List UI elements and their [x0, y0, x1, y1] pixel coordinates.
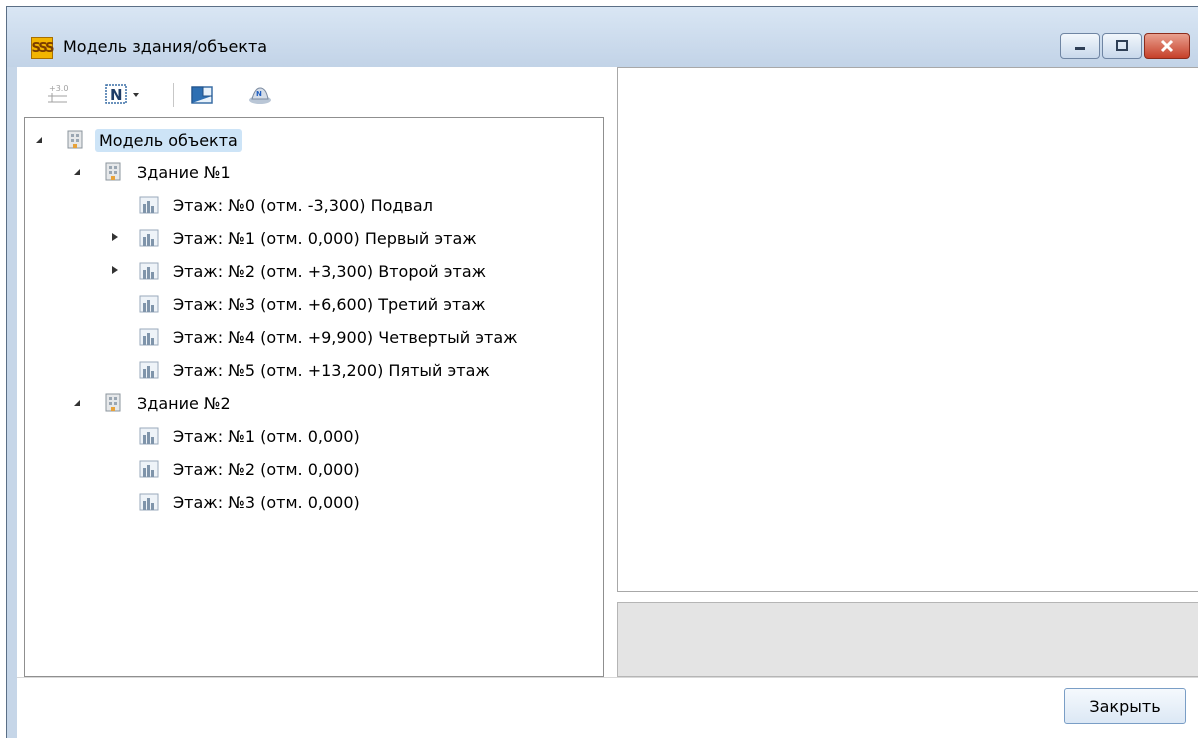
properties-panel[interactable] [617, 67, 1198, 592]
tree-node-floor[interactable]: Этаж: №1 (отм. 0,000) Первый этаж [139, 223, 481, 253]
close-window-button[interactable] [1144, 33, 1190, 59]
tree-node-floor[interactable]: Этаж: №5 (отм. +13,200) Пятый этаж [139, 355, 494, 385]
tree-node-floor[interactable]: Этаж: №4 (отм. +9,900) Четвертый этаж [139, 322, 522, 352]
tree-node-floor[interactable]: Этаж: №2 (отм. 0,000) [139, 454, 364, 484]
info-panel [617, 602, 1198, 677]
numbering-icon-text: N [110, 86, 123, 104]
tree-node-label: Этаж: №5 (отм. +13,200) Пятый этаж [173, 360, 490, 380]
floor-plan-icon [191, 86, 213, 104]
building-3d-icon: N [249, 87, 271, 104]
building-model-button[interactable]: N [245, 81, 275, 107]
title-bar[interactable]: SSS Модель здания/объекта [7, 7, 1198, 67]
tree-node-building-1[interactable]: Здание №1 [103, 157, 235, 187]
tree-node-label: Этаж: №4 (отм. +9,900) Четвертый этаж [173, 327, 518, 347]
svg-text:N: N [256, 90, 262, 98]
building-icon [67, 130, 83, 149]
maximize-icon [1116, 40, 1128, 51]
toolbar-separator [173, 83, 174, 107]
maximize-button[interactable] [1102, 33, 1142, 59]
elevation-icon: +3.0 [48, 84, 68, 103]
tree-node-floor[interactable]: Этаж: №3 (отм. +6,600) Третий этаж [139, 289, 490, 319]
elevation-icon-text: +3.0 [49, 84, 68, 93]
tree-node-label: Этаж: №3 (отм. 0,000) [173, 492, 360, 512]
expander-expanded-icon[interactable] [71, 166, 83, 178]
floor-icon [139, 493, 159, 511]
tree-node-label: Этаж: №1 (отм. 0,000) Первый этаж [173, 228, 477, 248]
numbering-icon: N [105, 84, 139, 104]
tree-node-model-root[interactable]: Модель объекта [65, 125, 242, 155]
floor-icon [139, 295, 159, 313]
building-icon [105, 393, 121, 412]
floor-icon [139, 196, 159, 214]
app-window: SSS Модель здания/объекта +3.0 N N Модел… [6, 6, 1198, 740]
window-controls [1058, 33, 1190, 59]
tree-node-floor[interactable]: Этаж: №2 (отм. +3,300) Второй этаж [139, 256, 490, 286]
window-content: +3.0 N N Модель объекта Здание №1 Этаж: … [17, 67, 1198, 740]
tree-node-floor[interactable]: Этаж: №1 (отм. 0,000) [139, 421, 364, 451]
expander-collapsed-icon[interactable] [109, 231, 121, 243]
minimize-button[interactable] [1060, 33, 1100, 59]
floor-icon [139, 361, 159, 379]
object-tree[interactable]: Модель объекта Здание №1 Этаж: №0 (отм. … [24, 117, 604, 677]
close-icon [1160, 39, 1174, 53]
floor-icon [139, 427, 159, 445]
tree-node-label: Здание №1 [137, 162, 231, 182]
expander-expanded-icon[interactable] [71, 397, 83, 409]
tree-node-label: Этаж: №0 (отм. -3,300) Подвал [173, 195, 433, 215]
tree-node-label: Этаж: №2 (отм. 0,000) [173, 459, 360, 479]
building-icon [105, 162, 121, 181]
floor-plan-button[interactable] [187, 81, 217, 107]
floor-icon [139, 262, 159, 280]
tree-node-label: Модель объекта [95, 128, 242, 152]
tree-node-floor[interactable]: Этаж: №0 (отм. -3,300) Подвал [139, 190, 437, 220]
app-logo-icon: SSS [31, 37, 54, 59]
tree-node-label: Этаж: №1 (отм. 0,000) [173, 426, 360, 446]
model-panel: +3.0 N N Модель объекта Здание №1 Этаж: … [17, 67, 607, 677]
numbering-button[interactable]: N [99, 81, 155, 107]
tree-node-label: Этаж: №3 (отм. +6,600) Третий этаж [173, 294, 486, 314]
expander-collapsed-icon[interactable] [109, 264, 121, 276]
close-button[interactable]: Закрыть [1064, 688, 1186, 724]
tree-node-label: Здание №2 [137, 393, 231, 413]
floor-icon [139, 229, 159, 247]
floor-icon [139, 328, 159, 346]
window-title: Модель здания/объекта [63, 37, 268, 56]
expander-expanded-icon[interactable] [33, 134, 45, 146]
elevation-button[interactable]: +3.0 [43, 81, 73, 107]
floor-icon [139, 460, 159, 478]
toolbar: +3.0 N N [17, 67, 607, 117]
tree-node-floor[interactable]: Этаж: №3 (отм. 0,000) [139, 487, 364, 517]
minimize-icon [1075, 47, 1085, 50]
tree-node-building-2[interactable]: Здание №2 [103, 388, 235, 418]
dialog-footer: Закрыть [17, 677, 1198, 740]
tree-node-label: Этаж: №2 (отм. +3,300) Второй этаж [173, 261, 487, 281]
